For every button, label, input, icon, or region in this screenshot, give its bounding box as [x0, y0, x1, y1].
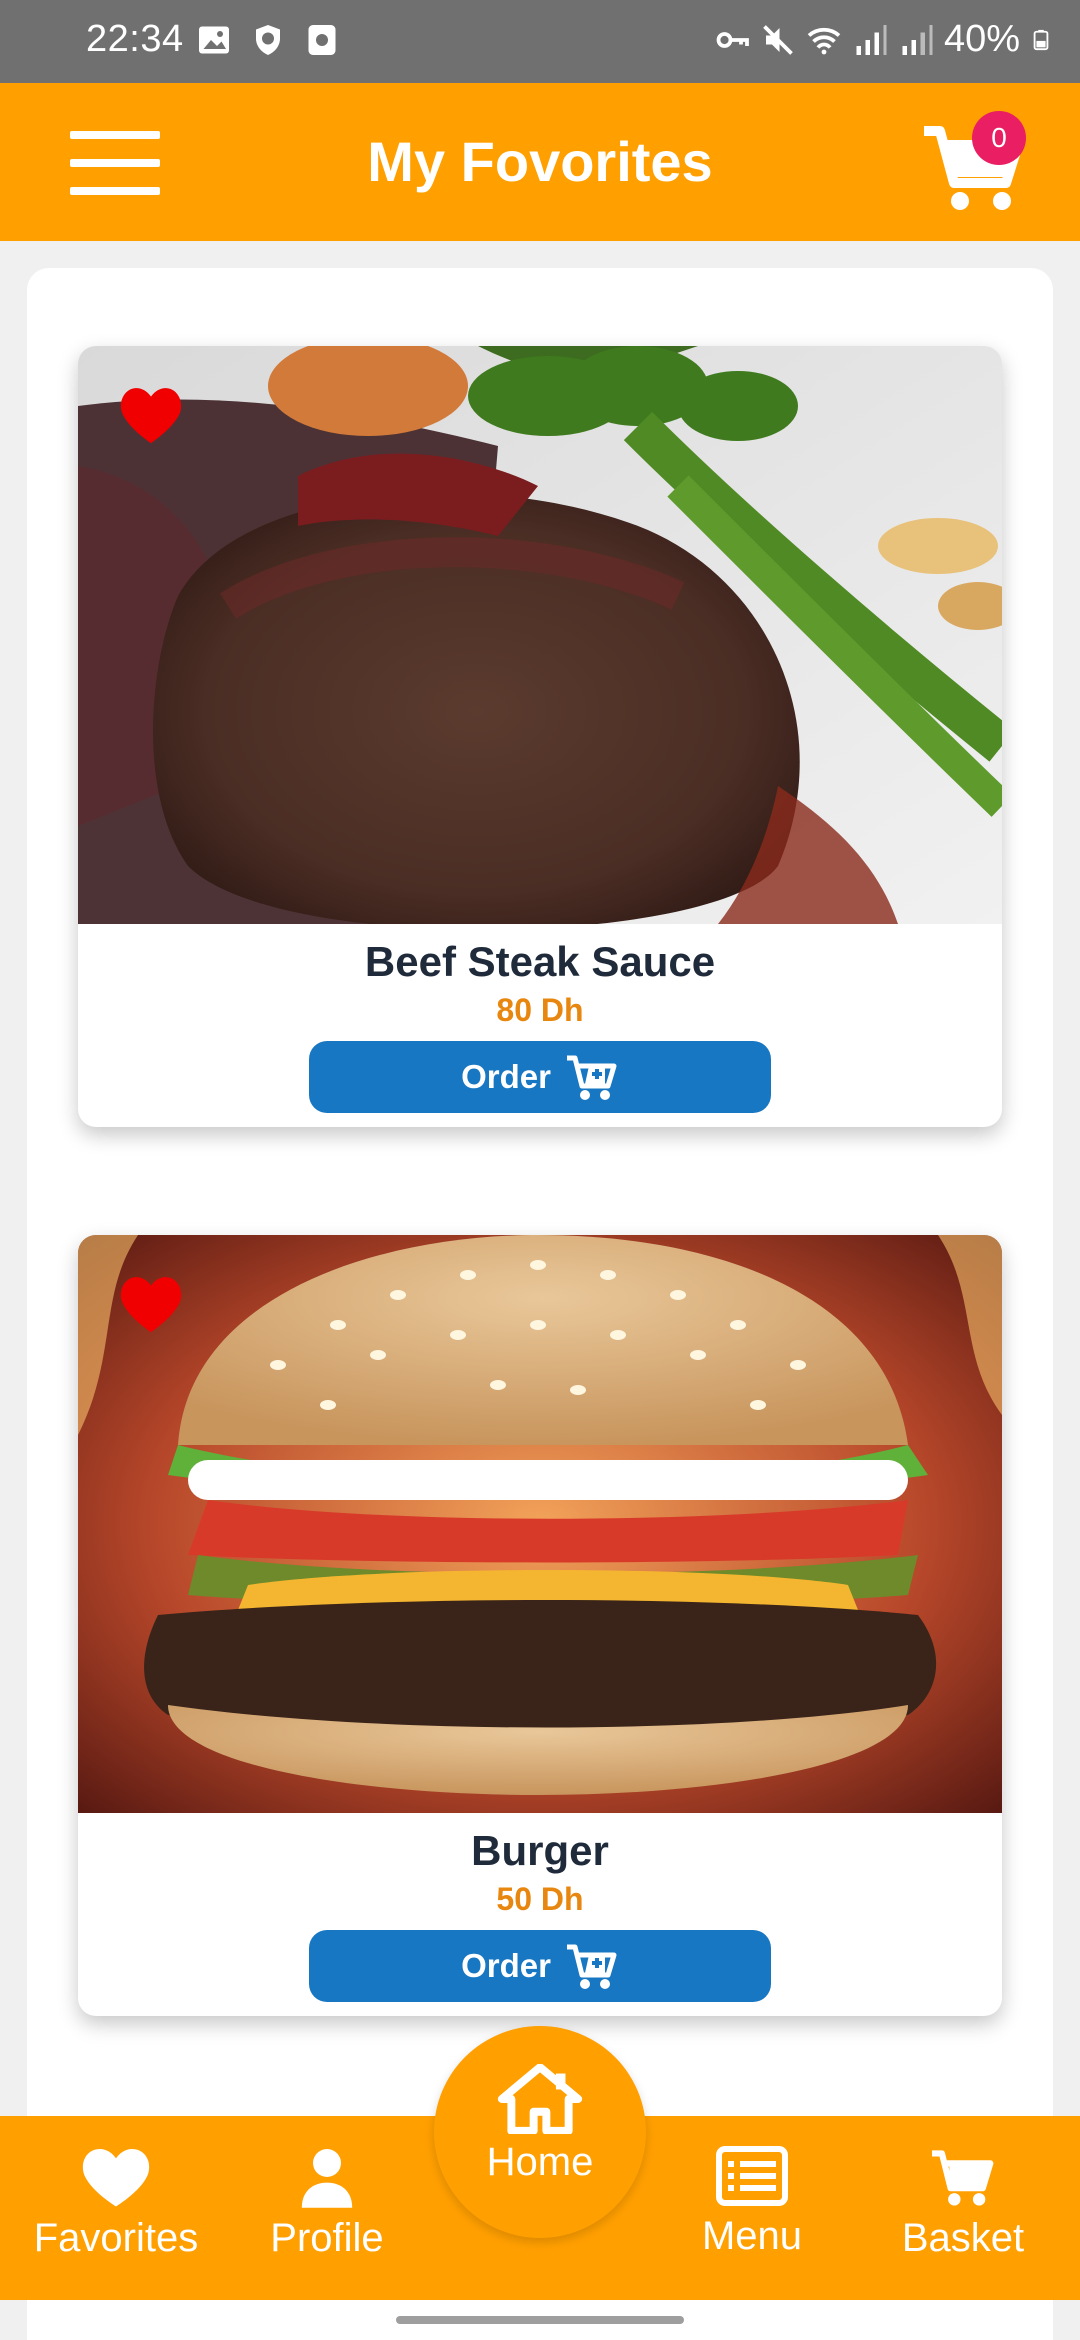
nav-favorites-label: Favorites: [33, 2216, 199, 2260]
status-bar: 22:34 40%: [0, 0, 1080, 83]
nav-home-button[interactable]: Home: [434, 2026, 646, 2238]
food-name: Burger: [471, 1827, 609, 1874]
user-icon: [301, 2149, 353, 2208]
gesture-bar[interactable]: [396, 2316, 684, 2324]
add-to-cart-icon: [566, 1055, 617, 1100]
order-button[interactable]: Order: [309, 1041, 771, 1113]
cart-icon: [932, 2150, 994, 2206]
app-bar: My Fovorites 0: [0, 83, 1080, 241]
burger-image: [78, 1235, 1002, 1813]
menu-list-icon: [716, 2146, 788, 2206]
home-icon: [497, 2064, 583, 2134]
wifi-icon: [807, 27, 841, 54]
order-button[interactable]: Order: [309, 1930, 771, 2002]
nav-menu-label: Menu: [701, 2214, 803, 2258]
battery-icon: [1033, 29, 1049, 50]
steak-image: [78, 346, 1002, 924]
food-price: 50 Dh: [496, 1881, 584, 1917]
status-icons-right: 40%: [714, 18, 1052, 61]
gallery-icon: [199, 26, 229, 54]
status-icons-left: [196, 22, 340, 58]
nav-basket-label: Basket: [901, 2216, 1025, 2260]
mute-icon: [763, 24, 793, 55]
nav-profile[interactable]: Profile: [217, 2146, 437, 2261]
food-image-steak: [78, 346, 1002, 924]
nav-menu[interactable]: Menu: [642, 2146, 862, 2259]
favorite-card[interactable]: Burger 50 Dh Order: [78, 1235, 1002, 2016]
favorite-heart-icon[interactable]: [116, 384, 186, 446]
signal-icon: [902, 24, 933, 55]
nav-basket[interactable]: Basket: [853, 2146, 1073, 2261]
signal-icon: [856, 24, 887, 55]
nav-home-label: Home: [486, 2140, 594, 2184]
cart-count-badge: 0: [972, 111, 1026, 165]
nav-profile-label: Profile: [270, 2216, 384, 2260]
battery-percent: 40%: [943, 18, 1020, 60]
food-image-burger: [78, 1235, 1002, 1813]
favorite-card[interactable]: Beef Steak Sauce 80 Dh Order: [78, 346, 1002, 1127]
vpn-key-icon: [716, 31, 749, 48]
status-time: 22:34: [86, 18, 184, 60]
order-label: Order: [461, 1058, 551, 1095]
shield-icon: [256, 25, 280, 55]
favorite-heart-icon[interactable]: [116, 1273, 186, 1335]
add-to-cart-icon: [566, 1944, 617, 1989]
food-name: Beef Steak Sauce: [364, 938, 716, 985]
order-label: Order: [461, 1947, 551, 1984]
heart-icon: [82, 2148, 150, 2207]
food-price: 80 Dh: [496, 992, 584, 1028]
nav-favorites[interactable]: Favorites: [6, 2146, 226, 2261]
screenshot-icon: [308, 25, 336, 55]
